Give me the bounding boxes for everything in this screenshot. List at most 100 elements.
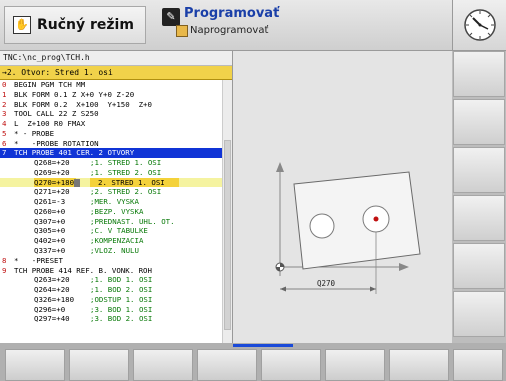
line-text: Q260=+0 [34,206,66,216]
program-path: TNC:\nc_prog\TCH.h [0,51,232,66]
program-line[interactable]: 4 L Z+100 R0 FMAX [0,119,222,129]
line-text: Q268=+20 [34,158,70,168]
program-line[interactable]: 6 * -PROBE ROTATION [0,139,222,149]
line-text: Q296=+0 [34,304,66,314]
line-text: Q261=-3 [34,197,66,207]
horizontal-softkey-bar [0,343,506,381]
mode-program-sublabel: Naprogramovať [190,25,269,36]
program-line[interactable]: 3 TOOL CALL 22 Z S250 [0,109,222,119]
softkey-7[interactable] [389,349,449,381]
program-line[interactable]: Q261=-3 ;MER. VYSKA [0,197,222,207]
program-line[interactable]: Q402=+0 ;KOMPENZACIA [0,236,222,246]
line-text: BLK FORM 0.1 Z X+0 Y+0 Z-20 [14,89,135,99]
vertical-softkey-1[interactable] [453,51,505,97]
program-line[interactable]: Q271=+20 ;2. STRED 2. OSI [0,187,222,197]
vertical-softkey-5[interactable] [453,243,505,289]
vertical-softkey-6[interactable] [453,291,505,337]
softkey-8[interactable] [453,349,503,381]
line-comment: ;ODSTUP 1. OSI [90,294,153,304]
line-comment: ;C. V TABULKE [90,226,148,236]
program-line[interactable]: Q296=+0 ;3. BOD 1. OSI [0,305,222,315]
line-text: Q270=+180 [34,177,77,188]
line-number: 4 [2,119,7,129]
line-number: 9 [2,265,7,275]
program-line[interactable]: 0 BEGIN PGM TCH MM [0,80,222,90]
program-editor[interactable]: TNC:\nc_prog\TCH.h →2. Otvor: Stred 1. o… [0,51,233,343]
hole-1 [309,213,335,239]
line-text: * -PRESET [14,255,63,265]
line-comment: ;BEZP. VYSKA [90,206,144,216]
line-text: Q297=+40 [34,314,70,324]
scrollbar-thumb[interactable] [224,140,231,330]
softkey-4[interactable] [197,349,257,381]
line-text: Q326=+180 [34,294,75,304]
line-text: Q263=+20 [34,275,70,285]
program-line[interactable]: Q326=+180 ;ODSTUP 1. OSI [0,295,222,305]
line-comment: ;PREDNAST. UHL. OT. [90,216,175,226]
vertical-softkey-3[interactable] [453,147,505,193]
tnc-screen: ✋ Ručný režim ✎ Programovať Naprogramova… [0,0,506,381]
vertical-softkey-4[interactable] [453,195,505,241]
hole-2-center-point [373,216,379,222]
program-line[interactable]: Q297=+40 ;3. BOD 2. OSI [0,314,222,324]
clock-area[interactable] [452,0,506,51]
line-number: 1 [2,89,7,99]
vertical-softkey-bar [452,51,506,343]
program-line[interactable]: Q270=+180 2. STRED 1. OSI [0,177,222,188]
program-icon: ✎ [162,8,180,26]
softkey-5[interactable] [261,349,321,381]
line-text: Q264=+20 [34,285,70,295]
line-text: Q305=+0 [34,226,66,236]
program-line[interactable]: Q337=+0 ;VLOZ. NULU [0,246,222,256]
line-comment: ;3. BOD 1. OSI [90,304,153,314]
softkey-2[interactable] [69,349,129,381]
line-text: Q402=+0 [34,236,66,246]
line-text: TCH PROBE 414 REF. B. VONK. ROH [14,265,152,275]
hand-icon: ✋ [13,16,31,34]
program-line[interactable]: 9 TCH PROBE 414 REF. B. VONK. ROH [0,266,222,276]
softkey-3[interactable] [133,349,193,381]
program-line[interactable]: 1 BLK FORM 0.1 Z X+0 Y+0 Z-20 [0,90,222,100]
program-code[interactable]: 0 BEGIN PGM TCH MM 1 BLK FORM 0.1 Z X+0 Y+0… [0,80,222,343]
line-comment: ;KOMPENZACIA [90,236,144,246]
line-comment: ;1. BOD 1. OSI [90,275,153,285]
y-axis-arrow [276,162,284,172]
clock-icon [464,9,496,41]
line-text: TOOL CALL 22 Z S250 [14,109,99,119]
line-comment: ;1. STRED 1. OSI [90,158,162,168]
x-axis-arrow [399,263,409,271]
line-text: TCH PROBE 401 CER. 2 OTVORY [14,148,135,158]
help-graphic: Q270 [233,51,452,343]
line-text: Q307=+0 [34,216,66,226]
line-text: * -PROBE ROTATION [14,138,99,148]
line-text: Q269=+20 [34,167,70,177]
program-line[interactable]: Q305=+0 ;C. V TABULKE [0,226,222,236]
scrollbar[interactable] [222,80,232,343]
program-line[interactable]: Q269=+20 ;1. STRED 2. OSI [0,168,222,178]
program-line[interactable]: Q307=+0 ;PREDNAST. UHL. OT. [0,217,222,227]
line-comment: ;1. BOD 2. OSI [90,285,153,295]
program-line[interactable]: Q260=+0 ;BEZP. VYSKA [0,207,222,217]
mode-programming[interactable]: ✎ Programovať Naprogramovať [160,6,360,42]
program-line[interactable]: 8 * -PRESET [0,256,222,266]
mode-manual-operation[interactable]: ✋ Ručný režim [4,6,146,44]
dimension-label: Q270 [317,279,336,288]
program-line[interactable]: Q268=+20 ;1. STRED 1. OSI [0,158,222,168]
softkey-1[interactable] [5,349,65,381]
line-number: 8 [2,255,7,265]
program-line[interactable]: 5 * - PROBE [0,129,222,139]
program-line[interactable]: 7 TCH PROBE 401 CER. 2 OTVORY [0,148,222,159]
program-line[interactable]: Q263=+20 ;1. BOD 1. OSI [0,275,222,285]
program-line[interactable]: 2 BLK FORM 0.2 X+100 Y+150 Z+0 [0,100,222,110]
line-number: 3 [2,109,7,119]
line-text: Q337=+0 [34,246,66,256]
program-line[interactable]: Q264=+20 ;1. BOD 2. OSI [0,285,222,295]
vertical-softkey-2[interactable] [453,99,505,145]
header: ✋ Ručný režim ✎ Programovať Naprogramova… [0,0,452,51]
softkey-6[interactable] [325,349,385,381]
line-comment: ;1. STRED 2. OSI [90,167,162,177]
line-comment: ;MER. VYSKA [90,197,139,207]
softkey-level-indicator [233,344,293,347]
line-comment: ;3. BOD 2. OSI [90,314,153,324]
line-number: 7 [2,148,7,158]
